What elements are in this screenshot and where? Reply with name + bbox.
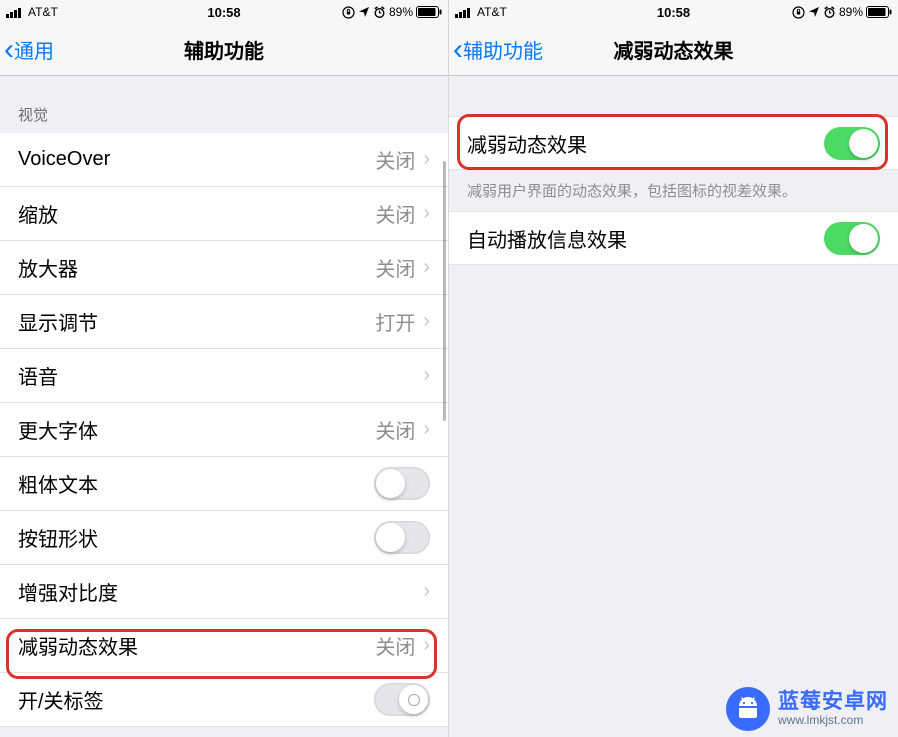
- row-value: 关闭: [375, 631, 415, 660]
- watermark-logo-icon: [726, 687, 770, 731]
- row-label: 增强对比度: [18, 577, 118, 606]
- onoff-labels-toggle[interactable]: [374, 683, 430, 716]
- chevron-right-icon: ›: [423, 580, 430, 603]
- reduce-motion-footer: 减弱用户界面的动态效果，包括图标的视差效果。: [449, 170, 898, 211]
- location-icon: [358, 6, 370, 18]
- row-bold-text[interactable]: 粗体文本: [0, 457, 448, 511]
- chevron-right-icon: ›: [423, 418, 430, 441]
- nav-title: 辅助功能: [184, 35, 264, 64]
- row-button-shapes[interactable]: 按钮形状: [0, 511, 448, 565]
- scroll-indicator: [443, 161, 446, 421]
- alarm-icon: [823, 6, 836, 19]
- row-reduce-motion[interactable]: 减弱动态效果 关闭 ›: [0, 619, 448, 673]
- row-value: 关闭: [375, 145, 415, 174]
- lock-rotation-icon: [342, 6, 355, 19]
- row-value: 打开: [375, 307, 415, 336]
- row-label: 减弱动态效果: [18, 631, 138, 660]
- row-value: 关闭: [375, 415, 415, 444]
- battery-percent: 89%: [389, 5, 413, 19]
- row-increase-contrast[interactable]: 增强对比度 ›: [0, 565, 448, 619]
- back-button[interactable]: ‹ 通用: [0, 35, 54, 65]
- nav-title: 减弱动态效果: [614, 35, 734, 64]
- content-scroll[interactable]: 减弱动态效果 减弱用户界面的动态效果，包括图标的视差效果。 自动播放信息效果: [449, 76, 898, 737]
- watermark: 蓝莓安卓网 www.lmkjst.com: [726, 687, 888, 731]
- chevron-left-icon: ‹: [4, 35, 14, 65]
- nav-bar: ‹ 通用 辅助功能: [0, 24, 448, 76]
- chevron-left-icon: ‹: [453, 35, 463, 65]
- chevron-right-icon: ›: [423, 256, 430, 279]
- accessibility-screen: AT&T 10:58 89% ‹ 通用 辅助功能 视觉 VoiceOver 关闭…: [0, 0, 449, 737]
- signal-icon: [6, 6, 24, 18]
- row-reduce-motion-toggle[interactable]: 减弱动态效果: [449, 116, 898, 170]
- carrier-label: AT&T: [477, 5, 507, 19]
- back-label: 通用: [14, 35, 54, 64]
- row-label: VoiceOver: [18, 148, 110, 171]
- row-label: 放大器: [18, 253, 78, 282]
- row-label: 语音: [18, 361, 58, 390]
- row-zoom[interactable]: 缩放 关闭 ›: [0, 187, 448, 241]
- battery-icon: [866, 6, 892, 18]
- nav-bar: ‹ 辅助功能 减弱动态效果: [449, 24, 898, 76]
- autoplay-toggle[interactable]: [824, 222, 880, 255]
- row-label: 更大字体: [18, 415, 98, 444]
- row-larger-text[interactable]: 更大字体 关闭 ›: [0, 403, 448, 457]
- row-value: 关闭: [375, 253, 415, 282]
- back-button[interactable]: ‹ 辅助功能: [449, 35, 543, 65]
- reduce-motion-toggle[interactable]: [824, 127, 880, 160]
- chevron-right-icon: ›: [423, 364, 430, 387]
- row-display-accommodations[interactable]: 显示调节 打开 ›: [0, 295, 448, 349]
- row-autoplay-messages[interactable]: 自动播放信息效果: [449, 211, 898, 265]
- button-shapes-toggle[interactable]: [374, 521, 430, 554]
- back-label: 辅助功能: [463, 35, 543, 64]
- status-time: 10:58: [657, 5, 690, 20]
- watermark-url: www.lmkjst.com: [778, 714, 888, 728]
- row-label: 显示调节: [18, 307, 98, 336]
- chevron-right-icon: ›: [423, 148, 430, 171]
- row-value: 关闭: [375, 199, 415, 228]
- location-icon: [808, 6, 820, 18]
- battery-percent: 89%: [839, 5, 863, 19]
- status-time: 10:58: [207, 5, 240, 20]
- signal-icon: [455, 6, 473, 18]
- chevron-right-icon: ›: [423, 634, 430, 657]
- row-label: 按钮形状: [18, 523, 98, 552]
- reduce-motion-screen: AT&T 10:58 89% ‹ 辅助功能 减弱动态效果 减弱动态效果 减弱用户…: [449, 0, 898, 737]
- chevron-right-icon: ›: [423, 310, 430, 333]
- battery-icon: [416, 6, 442, 18]
- status-bar: AT&T 10:58 89%: [449, 0, 898, 24]
- watermark-title: 蓝莓安卓网: [778, 690, 888, 714]
- row-label: 减弱动态效果: [467, 129, 587, 158]
- row-magnifier[interactable]: 放大器 关闭 ›: [0, 241, 448, 295]
- row-label: 开/关标签: [18, 685, 104, 714]
- carrier-label: AT&T: [28, 5, 58, 19]
- status-bar: AT&T 10:58 89%: [0, 0, 448, 24]
- chevron-right-icon: ›: [423, 202, 430, 225]
- lock-rotation-icon: [792, 6, 805, 19]
- row-speech[interactable]: 语音 ›: [0, 349, 448, 403]
- alarm-icon: [373, 6, 386, 19]
- section-header-vision: 视觉: [0, 76, 448, 133]
- row-label: 缩放: [18, 199, 58, 228]
- row-onoff-labels[interactable]: 开/关标签: [0, 673, 448, 727]
- bold-text-toggle[interactable]: [374, 467, 430, 500]
- row-label: 自动播放信息效果: [467, 224, 627, 253]
- row-voiceover[interactable]: VoiceOver 关闭 ›: [0, 133, 448, 187]
- content-scroll[interactable]: 视觉 VoiceOver 关闭 › 缩放 关闭 › 放大器 关闭 › 显示调节: [0, 76, 448, 737]
- row-label: 粗体文本: [18, 469, 98, 498]
